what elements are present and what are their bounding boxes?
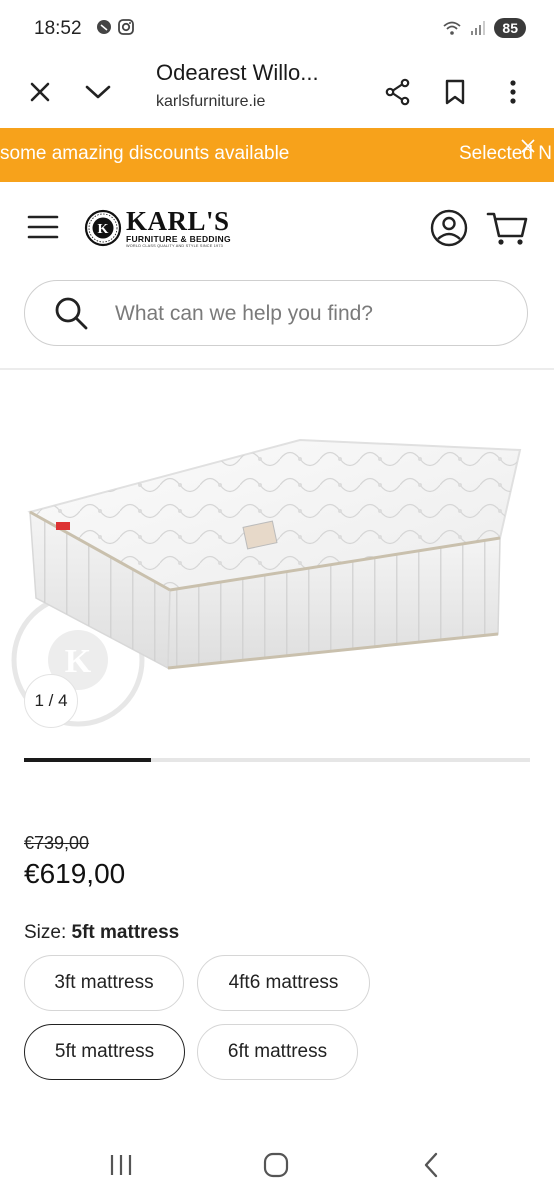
status-notification-icons (96, 19, 134, 35)
recent-apps-button[interactable] (101, 1148, 141, 1182)
signal-icon (471, 21, 486, 35)
slide-counter: 1 / 4 (24, 674, 78, 728)
battery-indicator: 85 (494, 18, 526, 38)
wifi-icon (443, 21, 462, 35)
search-input[interactable] (113, 291, 507, 337)
sale-price: €619,00 (24, 858, 126, 889)
back-button[interactable] (411, 1148, 451, 1182)
size-option-5ft[interactable]: 5ft mattress (24, 1024, 185, 1080)
status-time: 18:52 (34, 18, 82, 39)
menu-button[interactable] (26, 212, 62, 248)
size-label: Size: 5ft mattress (24, 922, 179, 944)
notification-off-icon (97, 20, 111, 34)
promo-text: some amazing discounts available (0, 143, 290, 164)
bookmark-button[interactable] (435, 72, 475, 112)
promo-close-icon[interactable] (518, 136, 538, 156)
page-url[interactable]: karlsfurniture.ie (156, 93, 265, 111)
logo-tagline: WORLD CLASS QUALITY AND STYLE SINCE 1973 (126, 244, 223, 248)
status-system-icons: 85 (442, 18, 526, 38)
home-icon (263, 1152, 289, 1178)
search-bar[interactable] (24, 280, 528, 346)
promo-text-next: Selected N (459, 143, 552, 164)
system-nav-bar (0, 1130, 554, 1200)
expand-button[interactable] (78, 72, 118, 112)
site-logo[interactable]: K KARL'S FURNITURE & BEDDING WORLD CLASS… (84, 208, 231, 248)
account-button[interactable] (429, 208, 469, 248)
size-label-prefix: Size: (24, 922, 67, 943)
size-selected-value: 5ft mattress (71, 922, 180, 943)
svg-text:K: K (98, 222, 109, 237)
home-button[interactable] (256, 1148, 296, 1182)
share-button[interactable] (378, 72, 418, 112)
cart-icon (486, 212, 528, 245)
search-icon (55, 297, 88, 330)
logo-brand-name: KARL'S (126, 206, 230, 236)
close-tab-button[interactable] (20, 72, 60, 112)
site-header: K KARL'S FURNITURE & BEDDING WORLD CLASS… (0, 182, 554, 278)
more-vert-icon (510, 80, 516, 104)
product-image-mattress[interactable]: K (0, 420, 554, 740)
gallery-progress-track (24, 758, 530, 762)
size-option-3ft[interactable]: 3ft mattress (24, 955, 184, 1011)
instagram-icon (118, 19, 134, 35)
logo-subtitle: FURNITURE & BEDDING (126, 234, 231, 244)
status-bar: 18:52 85 (0, 0, 554, 58)
bookmark-icon (445, 79, 465, 105)
logo-text: KARL'S FURNITURE & BEDDING WORLD CLASS Q… (126, 206, 231, 249)
page-title: Odearest Willo... (156, 60, 319, 85)
share-icon (385, 78, 410, 106)
gallery-progress-fill (24, 758, 151, 762)
chevron-down-icon (85, 85, 111, 99)
original-price: €739,00 (24, 833, 90, 853)
logo-badge-icon: K (84, 209, 122, 247)
menu-icon (27, 215, 59, 239)
recent-apps-icon (110, 1155, 132, 1175)
account-icon (430, 209, 468, 247)
back-icon (424, 1152, 438, 1178)
more-options-button[interactable] (493, 72, 533, 112)
size-option-6ft[interactable]: 6ft mattress (197, 1024, 358, 1080)
close-icon (30, 82, 50, 102)
promo-banner: some amazing discounts available Selecte… (0, 128, 554, 182)
header-divider (0, 368, 554, 370)
svg-text:K: K (65, 643, 92, 680)
size-option-4ft6[interactable]: 4ft6 mattress (197, 955, 370, 1011)
cart-button[interactable] (486, 208, 530, 248)
